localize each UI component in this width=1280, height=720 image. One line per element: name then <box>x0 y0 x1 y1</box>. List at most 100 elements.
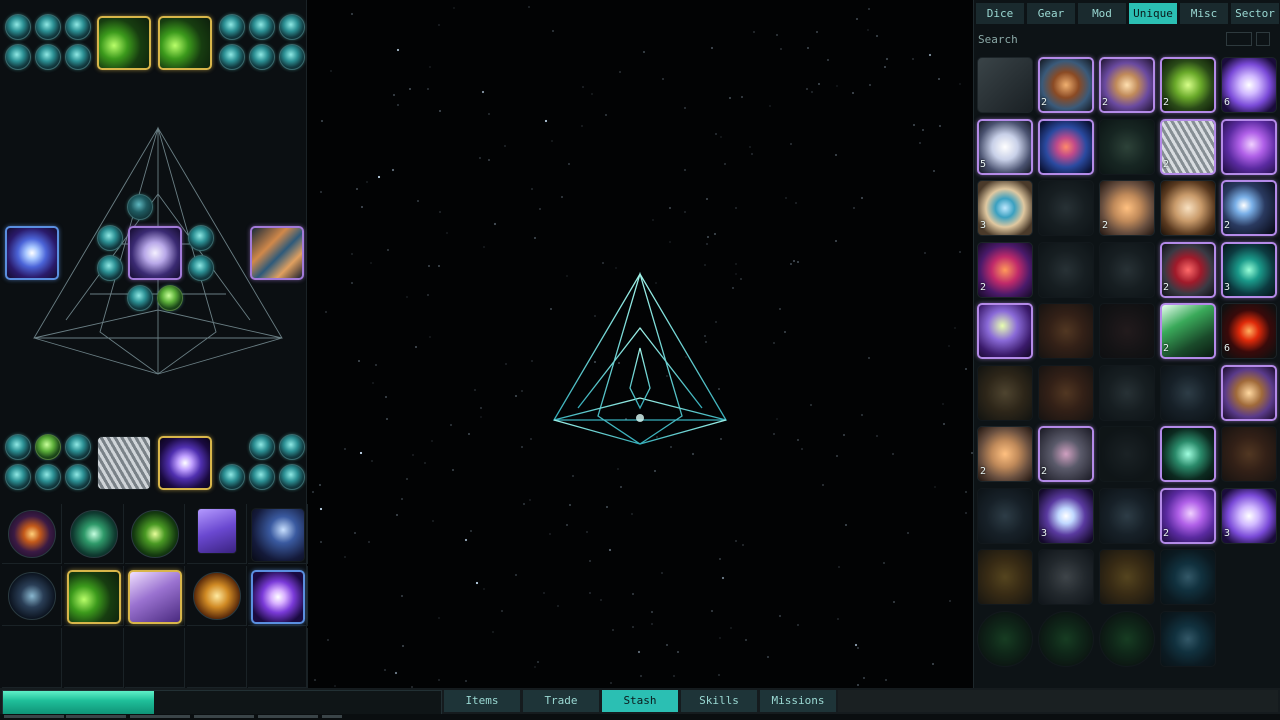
dark-cell-icon[interactable] <box>1160 364 1216 421</box>
socket-gem-icon[interactable] <box>65 434 91 460</box>
dark-spire-icon[interactable] <box>1099 241 1155 298</box>
gold-crown-icon[interactable] <box>977 549 1033 605</box>
socket-gem-icon[interactable] <box>5 464 31 490</box>
inventory-panel: DiceGearModUniqueMiscSector 2 2 2 6 5 2 3 2 2 2 2 3… <box>973 0 1280 688</box>
socket-gem-icon[interactable] <box>249 14 275 40</box>
bio-orb-icon[interactable] <box>131 510 179 558</box>
tab-misc[interactable]: Misc <box>1180 3 1228 24</box>
socket-gem-icon[interactable] <box>35 44 61 70</box>
feather-dim-icon[interactable] <box>1038 364 1094 421</box>
socket-gem-icon[interactable] <box>157 285 183 311</box>
star-orb-icon[interactable] <box>251 570 305 624</box>
book-icon[interactable] <box>196 508 237 554</box>
tab-sector[interactable]: Sector <box>1231 3 1279 24</box>
dark-engine-icon[interactable] <box>1099 118 1155 175</box>
ember-icon[interactable] <box>1038 303 1094 359</box>
violet-tower-icon[interactable] <box>1221 364 1277 421</box>
emerald-orb-icon[interactable] <box>977 303 1033 359</box>
green-gatling-icon[interactable] <box>66 570 121 624</box>
stack-count: 3 <box>1041 527 1048 539</box>
right-wing-slot[interactable] <box>250 226 304 280</box>
nav-tab-stash[interactable]: Stash <box>602 690 678 712</box>
green-ring-icon[interactable] <box>1099 610 1155 667</box>
nav-tab-missions[interactable]: Missions <box>760 690 836 712</box>
tab-dice[interactable]: Dice <box>976 3 1024 24</box>
dark-orb-icon[interactable] <box>8 572 56 620</box>
socket-gem-icon[interactable] <box>127 194 153 220</box>
player-ship[interactable] <box>548 268 732 450</box>
green-ship-icon[interactable] <box>1160 426 1216 482</box>
socket-gem-icon[interactable] <box>279 44 305 70</box>
plasma-cannon-icon[interactable] <box>1221 118 1277 175</box>
grey-plate-icon[interactable] <box>1099 364 1155 421</box>
nav-tab-trade[interactable]: Trade <box>523 690 599 712</box>
cargo-slot[interactable] <box>63 628 124 688</box>
socket-gem-icon[interactable] <box>35 434 61 460</box>
spiral-dim-icon[interactable] <box>1221 426 1277 482</box>
brass-engine-icon[interactable] <box>1099 549 1155 605</box>
socket-gem-icon[interactable] <box>97 255 123 281</box>
left-wing-slot[interactable] <box>5 226 59 280</box>
ctrl-key-icon <box>1226 32 1252 46</box>
tab-mod[interactable]: Mod <box>1078 3 1126 24</box>
socket-gem-icon[interactable] <box>279 14 305 40</box>
dark-column-icon[interactable] <box>1099 487 1155 544</box>
stack-count: 3 <box>980 220 987 231</box>
dark-gear-icon[interactable] <box>1038 180 1094 236</box>
tab-unique[interactable]: Unique <box>1129 3 1177 24</box>
stack-count: 5 <box>980 158 987 170</box>
socket-gem-icon[interactable] <box>35 464 61 490</box>
cargo-slot[interactable] <box>125 628 185 688</box>
socket-gem-icon[interactable] <box>127 285 153 311</box>
nav-tab-skills[interactable]: Skills <box>681 690 757 712</box>
tab-gear[interactable]: Gear <box>1027 3 1075 24</box>
core-slot[interactable] <box>128 226 182 280</box>
mid-module-slot-2[interactable] <box>158 436 212 490</box>
search-input[interactable] <box>978 30 1218 48</box>
cargo-slot[interactable] <box>2 628 62 688</box>
socket-gem-icon[interactable] <box>97 225 123 251</box>
cyan-ring-icon[interactable] <box>1160 610 1216 667</box>
green-ring-icon[interactable] <box>977 610 1033 667</box>
beast-icon[interactable] <box>251 508 305 562</box>
socket-gem-icon[interactable] <box>5 14 31 40</box>
galaxy-orb-icon[interactable] <box>8 510 56 558</box>
nebula-orb-icon[interactable] <box>1038 118 1094 175</box>
crystal-chest-icon[interactable] <box>128 570 182 624</box>
socket-gem-icon[interactable] <box>35 14 61 40</box>
socket-gem-icon[interactable] <box>219 14 245 40</box>
stack-count: 2 <box>1102 97 1109 108</box>
silver-diamond-icon[interactable] <box>1038 549 1094 605</box>
cargo-slot[interactable] <box>248 628 308 688</box>
top-weapon-slot-1[interactable] <box>97 16 151 70</box>
socket-gem-icon[interactable] <box>65 14 91 40</box>
socket-gem-icon[interactable] <box>188 225 214 251</box>
socket-gem-icon[interactable] <box>249 44 275 70</box>
dark-shard-icon[interactable] <box>1099 303 1155 359</box>
amber-orb-icon[interactable] <box>192 572 241 620</box>
dark-circle-icon[interactable] <box>977 487 1033 544</box>
socket-gem-icon[interactable] <box>279 464 305 490</box>
socket-gem-icon[interactable] <box>219 44 245 70</box>
green-swirl-icon[interactable] <box>69 510 118 558</box>
nav-tab-items[interactable]: Items <box>444 690 520 712</box>
top-weapon-slot-2[interactable] <box>158 16 212 70</box>
green-ring-icon[interactable] <box>1038 610 1094 667</box>
dark-hull-icon[interactable] <box>1038 241 1094 298</box>
socket-gem-icon[interactable] <box>279 434 305 460</box>
socket-gem-icon[interactable] <box>219 464 245 490</box>
blue-spiral-icon[interactable] <box>1160 549 1216 605</box>
socket-gem-icon[interactable] <box>5 44 31 70</box>
socket-gem-icon[interactable] <box>65 44 91 70</box>
gold-wing-icon[interactable] <box>977 364 1033 421</box>
socket-gem-icon[interactable] <box>5 434 31 460</box>
socket-gem-icon[interactable] <box>188 255 214 281</box>
dark-module-icon[interactable] <box>977 57 1033 113</box>
bronze-seal-icon[interactable] <box>1160 180 1216 236</box>
socket-gem-icon[interactable] <box>249 464 275 490</box>
mid-module-slot-1[interactable] <box>97 436 151 490</box>
socket-gem-icon[interactable] <box>249 434 275 460</box>
socket-gem-icon[interactable] <box>65 464 91 490</box>
empty-inventory-slot[interactable] <box>1099 426 1155 482</box>
cargo-slot[interactable] <box>186 628 247 688</box>
